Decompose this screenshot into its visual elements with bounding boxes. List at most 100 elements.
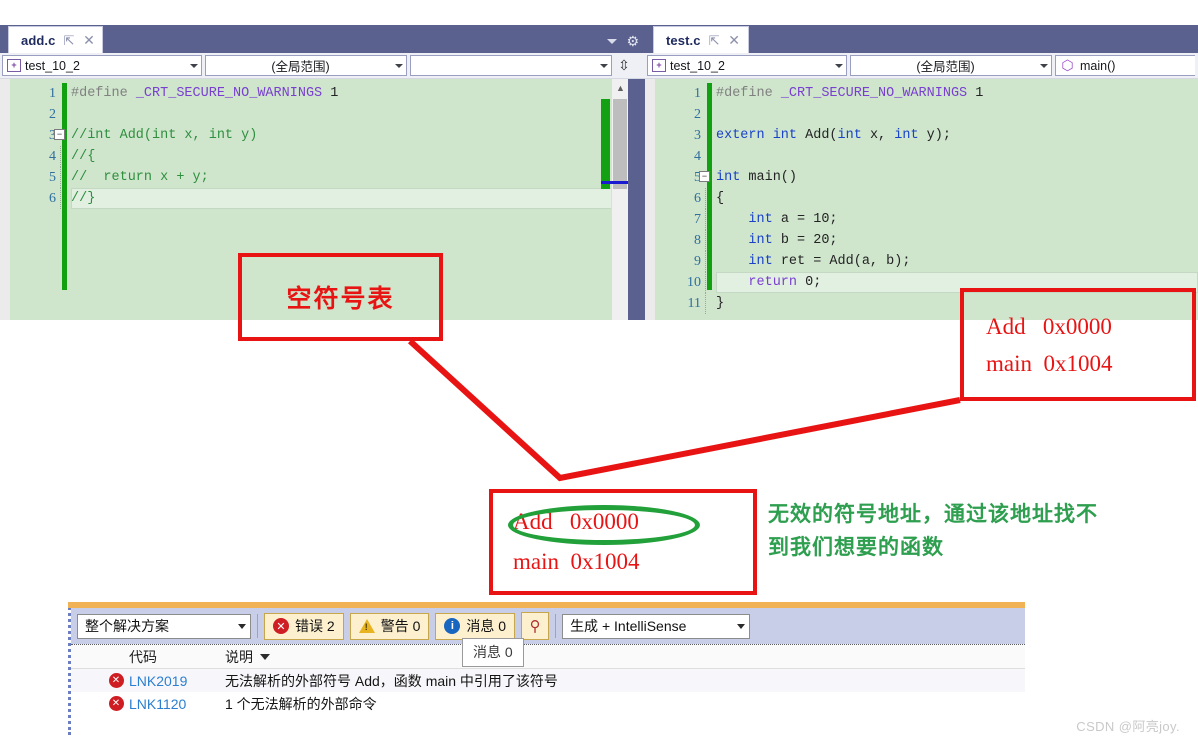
line-number: 5 [694, 170, 701, 185]
scrollbar-thumb[interactable] [613, 99, 627, 189]
gear-icon[interactable]: ⚙ [626, 34, 639, 48]
line-number: 5 [49, 170, 56, 185]
table-row[interactable]: ✕ LNK2019 无法解析的外部符号 Add，函数 main 中引用了该符号 [71, 669, 1025, 692]
line-number: 1 [694, 86, 701, 101]
code-line[interactable] [716, 146, 1198, 167]
fold-collapse-icon[interactable]: − [699, 171, 710, 182]
code-token: #define [716, 86, 781, 101]
toolbar-separator [555, 614, 557, 638]
line-number: 2 [694, 107, 701, 122]
code-token: Add( [805, 128, 838, 143]
messages-toggle-label: 消息 0 [466, 618, 507, 634]
chevron-down-icon [1040, 63, 1048, 68]
code-line[interactable]: −//int Add(int x, int y) [54, 125, 645, 146]
row-severity: ✕ [103, 696, 129, 711]
change-marker-green [601, 99, 610, 189]
code-token: _CRT_SECURE_NO_WARNINGS [135, 86, 323, 101]
tab-title: add.c [21, 32, 56, 48]
vertical-scrollbar-left[interactable]: ▲ [601, 79, 629, 320]
tab-add-c[interactable]: add.c ⇱ ✕ [8, 26, 104, 53]
line-number: 4 [694, 149, 701, 164]
code-line[interactable]: int ret = Add(a, b); [705, 251, 1198, 272]
error-icon: ✕ [108, 696, 124, 711]
error-icon: ✕ [108, 673, 124, 688]
annotation-note-text: 无效的符号地址，通过该地址找不到我们想要的函数 [768, 501, 1098, 559]
code-line[interactable]: //{ [60, 146, 645, 167]
symbol-main-line: main 0x1004 [513, 549, 640, 574]
build-filter-dropdown[interactable]: 生成 + IntelliSense [562, 613, 751, 639]
chevron-down-icon [600, 63, 608, 68]
indent-guide [60, 146, 61, 167]
editor-pane-test-c: test.c ⇱ ✕ + test_10_2 (全局范围) ⬡ main() 1… [645, 25, 1198, 320]
key-pin-icon: ⚲ [529, 617, 541, 635]
scope-dropdown-right[interactable]: (全局范围) [850, 55, 1052, 76]
project-icon: + [652, 59, 666, 72]
indent-guide [705, 272, 706, 293]
code-line[interactable]: { [705, 188, 1198, 209]
project-dropdown-value: test_10_2 [670, 58, 725, 73]
line-number: 4 [49, 149, 56, 164]
member-dropdown-right[interactable]: ⬡ main() [1055, 55, 1195, 76]
row-code[interactable]: LNK1120 [129, 696, 225, 712]
code-token: } [716, 296, 725, 311]
code-line[interactable] [71, 104, 645, 125]
pin-icon[interactable]: ⇱ [62, 34, 75, 47]
code-line[interactable]: extern int Add(int x, int y); [716, 125, 1198, 146]
indent-guide [705, 188, 706, 209]
line-number: 10 [687, 275, 701, 290]
row-code[interactable]: LNK2019 [129, 673, 225, 689]
symbol-add-line: Add 0x0000 [986, 313, 1112, 339]
tabstrip-actions-left: ⚙ [607, 34, 639, 48]
fold-collapse-icon[interactable]: − [54, 129, 65, 140]
errors-toggle-label: 错误 2 [295, 618, 335, 634]
scroll-up-icon[interactable]: ▲ [612, 79, 629, 96]
project-dropdown-right[interactable]: + test_10_2 [647, 55, 847, 76]
close-icon[interactable]: ✕ [728, 33, 741, 47]
project-dropdown-left[interactable]: + test_10_2 [2, 55, 202, 76]
code-text-right[interactable]: #define _CRT_SECURE_NO_WARNINGS 1 extern … [699, 79, 1198, 320]
row-description: 无法解析的外部符号 Add，函数 main 中引用了该符号 [225, 672, 558, 689]
code-line[interactable]: int b = 20; [705, 230, 1198, 251]
line-number: 3 [694, 128, 701, 143]
table-row[interactable]: ✕ LNK1120 1 个无法解析的外部命令 [71, 692, 1025, 715]
code-line[interactable]: #define _CRT_SECURE_NO_WARNINGS 1 [71, 83, 645, 104]
method-cube-icon: ⬡ [1061, 57, 1074, 73]
tab-test-c[interactable]: test.c ⇱ ✕ [653, 26, 749, 53]
code-token: 1 [967, 86, 984, 101]
errors-toggle[interactable]: ✕ 错误 2 [264, 612, 344, 640]
scope-filter-dropdown[interactable]: 整个解决方案 [77, 613, 251, 639]
code-line[interactable]: // return x + y; [60, 167, 645, 188]
code-token: a = 10; [780, 212, 838, 227]
code-line[interactable]: //} [60, 188, 645, 209]
pin-icon[interactable]: ⇱ [708, 34, 721, 47]
column-header-code[interactable]: 代码 [129, 647, 225, 667]
code-token: int [716, 212, 781, 227]
messages-toggle[interactable]: i 消息 0 [435, 612, 516, 640]
code-area-right[interactable]: 1 2 3 4 5 6 7 8 9 10 11 #define _CRT_SECURE_NO_WAR… [645, 79, 1198, 320]
annotation-text: 空符号表 [286, 284, 395, 313]
column-header-description[interactable]: 说明 [225, 647, 1025, 667]
line-number: 7 [694, 212, 701, 227]
warnings-toggle[interactable]: 警告 0 [349, 612, 430, 640]
code-token: int [716, 254, 781, 269]
sort-descending-icon [260, 653, 270, 660]
chevron-down-icon[interactable] [607, 38, 618, 44]
code-line[interactable] [716, 104, 1198, 125]
code-token: b = 20; [780, 233, 838, 248]
navbar-left: + test_10_2 (全局范围) ⇳ [0, 53, 645, 79]
tabstrip-right: test.c ⇱ ✕ [645, 25, 1198, 53]
code-token: // return x + y; [71, 170, 209, 185]
code-token: main() [748, 170, 798, 185]
split-view-button[interactable]: ⇳ [615, 55, 633, 76]
key-pin-button[interactable]: ⚲ [521, 612, 550, 640]
code-line[interactable]: #define _CRT_SECURE_NO_WARNINGS 1 [716, 83, 1198, 104]
project-icon: + [7, 59, 21, 72]
code-line[interactable]: − int main() [699, 167, 1198, 188]
scope-dropdown-left[interactable]: (全局范围) [205, 55, 407, 76]
code-line[interactable]: int a = 10; [705, 209, 1198, 230]
toolbar-separator [257, 614, 258, 638]
close-icon[interactable]: ✕ [82, 33, 95, 47]
member-dropdown-left[interactable] [410, 55, 612, 76]
line-numbers-right: 1 2 3 4 5 6 7 8 9 10 11 [655, 79, 707, 320]
code-token: //{ [71, 149, 96, 164]
